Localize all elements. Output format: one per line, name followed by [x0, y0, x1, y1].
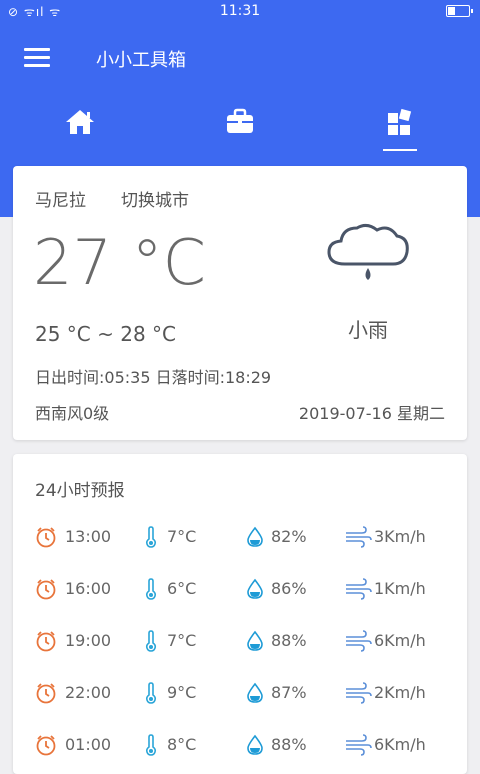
- forecast-wind: 6Km/h: [374, 631, 426, 650]
- thermometer-icon: [145, 682, 157, 704]
- forecast-humidity: 86%: [271, 579, 307, 598]
- forecast-humidity: 87%: [271, 683, 307, 702]
- clock-icon: [36, 527, 56, 548]
- date-label: 2019-07-16 星期二: [298, 404, 445, 423]
- forecast-time: 22:00: [65, 683, 112, 702]
- battery-icon: [446, 5, 473, 17]
- status-time: 11:31: [219, 3, 261, 19]
- wind-icon: [346, 578, 372, 600]
- water-drop-icon: [247, 578, 263, 599]
- thermometer-icon: [145, 526, 157, 548]
- thermometer-icon: [145, 578, 157, 600]
- forecast-row: 16:00 6°C 86% 1Km/h: [13, 574, 467, 604]
- app-title: 小小工具箱: [96, 50, 186, 71]
- tab-selected-indicator: [383, 149, 417, 151]
- tab-bar: [0, 92, 480, 152]
- forecast-wind: 1Km/h: [374, 579, 426, 598]
- forecast-row: 19:00 7°C 88% 6Km/h: [13, 626, 467, 656]
- forecast-humidity: 82%: [271, 527, 307, 546]
- status-bar: ⊘ ᯤıl ᯤ 11:31: [0, 0, 480, 24]
- tab-home[interactable]: [0, 92, 160, 152]
- water-drop-icon: [247, 526, 263, 547]
- clock-icon: [36, 579, 56, 600]
- thermometer-icon: [145, 734, 157, 756]
- forecast-time: 01:00: [65, 735, 112, 754]
- forecast-temp: 7°C: [167, 527, 197, 546]
- home-icon: [66, 110, 94, 134]
- water-drop-icon: [247, 682, 263, 703]
- sunrise-sunset: 日出时间:05:35 日落时间:18:29: [35, 368, 272, 387]
- clock-icon: [36, 683, 56, 704]
- briefcase-icon: [227, 108, 253, 133]
- city-name: 马尼拉: [35, 191, 86, 211]
- forecast-temp: 9°C: [167, 683, 197, 702]
- app-toolbar: 小小工具箱: [0, 28, 480, 88]
- forecast-temp: 6°C: [167, 579, 197, 598]
- forecast-time: 16:00: [65, 579, 112, 598]
- water-drop-icon: [247, 630, 263, 651]
- thermometer-icon: [145, 630, 157, 652]
- forecast-temp: 7°C: [167, 631, 197, 650]
- forecast-row: 13:00 7°C 82% 3Km/h: [13, 522, 467, 552]
- wind-icon: [346, 734, 372, 756]
- forecast-card: 24小时预报 13:00 7°C 82% 3Km/h 16:00 6°C 86%…: [13, 454, 467, 774]
- forecast-time: 19:00: [65, 631, 112, 650]
- forecast-row: 22:00 9°C 87% 2Km/h: [13, 678, 467, 708]
- forecast-title: 24小时预报: [35, 481, 125, 501]
- menu-icon[interactable]: [24, 48, 50, 68]
- wind-icon: [346, 526, 372, 548]
- clock-icon: [36, 631, 56, 652]
- widgets-icon: [388, 108, 412, 135]
- forecast-row: 01:00 8°C 88% 6Km/h: [13, 730, 467, 760]
- tab-widgets[interactable]: [320, 92, 480, 152]
- water-drop-icon: [247, 734, 263, 755]
- forecast-wind: 6Km/h: [374, 735, 426, 754]
- wind-info: 西南风0级: [35, 404, 110, 423]
- forecast-wind: 3Km/h: [374, 527, 426, 546]
- weather-card: 马尼拉 切换城市 27 °C 25 °C ~ 28 °C 日出时间:05:35 …: [13, 166, 467, 440]
- forecast-humidity: 88%: [271, 631, 307, 650]
- forecast-humidity: 88%: [271, 735, 307, 754]
- current-temperature: 27 °C: [33, 226, 206, 299]
- light-rain-cloud-icon: [327, 223, 409, 280]
- forecast-wind: 2Km/h: [374, 683, 426, 702]
- clock-icon: [36, 735, 56, 756]
- weather-condition: 小雨: [348, 318, 388, 342]
- tab-toolbox[interactable]: [160, 92, 320, 152]
- temperature-range: 25 °C ~ 28 °C: [35, 322, 177, 346]
- switch-city-link[interactable]: 切换城市: [121, 186, 189, 211]
- forecast-temp: 8°C: [167, 735, 197, 754]
- wind-icon: [346, 682, 372, 704]
- wind-icon: [346, 630, 372, 652]
- forecast-time: 13:00: [65, 527, 112, 546]
